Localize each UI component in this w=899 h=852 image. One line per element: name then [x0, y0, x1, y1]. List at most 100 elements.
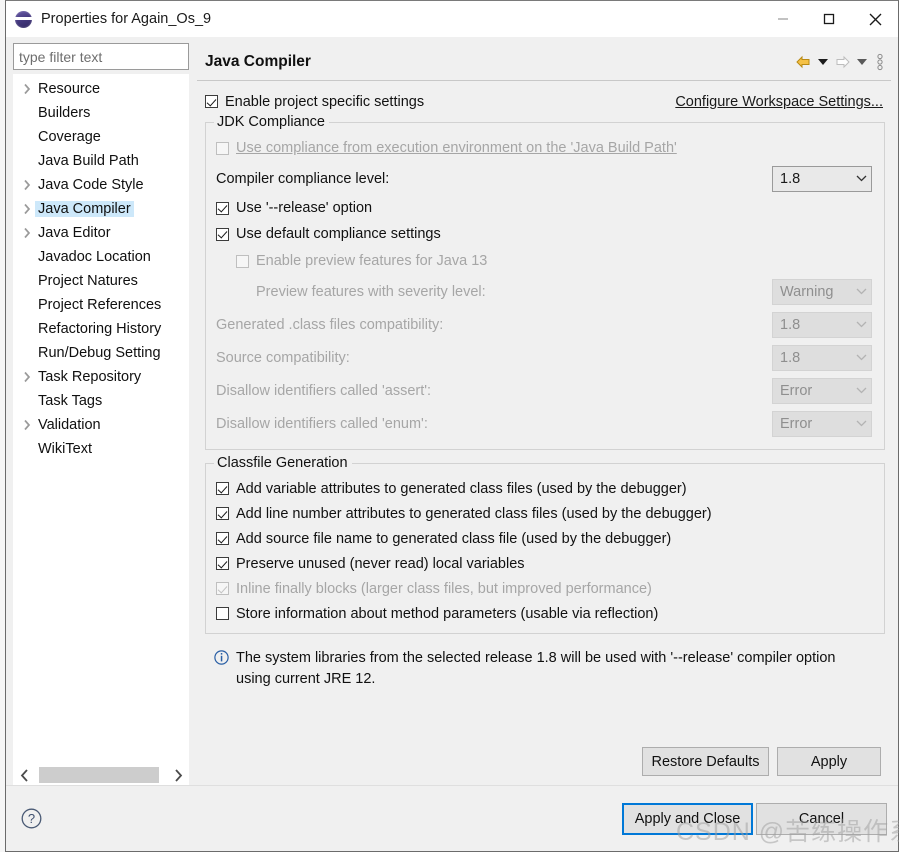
sidebar-item-label: WikiText — [35, 441, 95, 457]
vertical-dots-icon[interactable] — [870, 50, 889, 74]
checkbox-add-variable-attributes-to-generated-class-f[interactable] — [216, 482, 229, 495]
sidebar-item-label: Builders — [35, 105, 93, 121]
close-button[interactable] — [852, 1, 898, 37]
sidebar-item-project-references[interactable]: Project References — [14, 293, 188, 317]
settings-navigation-panel: ResourceBuildersCoverageJava Build PathJ… — [13, 43, 189, 785]
enable-project-specific-checkbox[interactable] — [205, 95, 218, 108]
settings-tree: ResourceBuildersCoverageJava Build PathJ… — [13, 74, 189, 765]
use-default-compliance-checkbox[interactable] — [216, 228, 229, 241]
label-generated-class-files-compatibility: Generated .class files compatibility: — [216, 317, 443, 333]
sidebar-item-javadoc-location[interactable]: Javadoc Location — [14, 245, 188, 269]
enable-project-specific-checkbox-row[interactable]: Enable project specific settings — [205, 90, 424, 113]
checkbox-row-add-variable-attributes-to-generated-class-f[interactable]: Add variable attributes to generated cla… — [216, 476, 874, 501]
use-default-compliance-row[interactable]: Use default compliance settings — [216, 221, 874, 247]
classfile-generation-group-title: Classfile Generation — [214, 455, 352, 471]
java-build-path-link[interactable]: 'Java Build Path' — [570, 140, 676, 156]
chevron-down-icon — [856, 321, 867, 328]
compiler-compliance-level-select[interactable]: 1.8 — [772, 166, 872, 192]
chevron-right-icon[interactable] — [18, 179, 35, 191]
chevron-left-icon[interactable] — [13, 766, 35, 784]
chevron-right-icon[interactable] — [167, 766, 189, 784]
select-generated-class-files-compatibility: 1.8 — [772, 312, 872, 338]
chevron-down-icon — [856, 387, 867, 394]
checkbox-row-preserve-unused-never-read-local-variables[interactable]: Preserve unused (never read) local varia… — [216, 551, 874, 576]
cancel-button[interactable]: Cancel — [756, 803, 887, 835]
back-arrow-icon[interactable] — [792, 50, 814, 74]
checkbox-add-line-number-attributes-to-generated-clas[interactable] — [216, 507, 229, 520]
info-message-text: The system libraries from the selected r… — [236, 648, 865, 690]
sidebar-item-label: Resource — [35, 81, 103, 97]
sidebar-item-java-compiler[interactable]: Java Compiler — [14, 197, 188, 221]
enable-preview-features-row[interactable]: Enable preview features for Java 13 — [216, 247, 874, 275]
enable-preview-features-checkbox[interactable] — [236, 255, 249, 268]
checkbox-preserve-unused-never-read-local-variables[interactable] — [216, 557, 229, 570]
checkbox-add-source-file-name-to-generated-class-file[interactable] — [216, 532, 229, 545]
jdk-compliance-group-title: JDK Compliance — [214, 114, 329, 130]
use-release-option-checkbox[interactable] — [216, 202, 229, 215]
title-bar-left: Properties for Again_Os_9 — [6, 11, 211, 28]
sidebar-item-label: Task Repository — [35, 369, 144, 385]
apply-and-close-button[interactable]: Apply and Close — [622, 803, 753, 835]
chevron-right-icon[interactable] — [18, 419, 35, 431]
scrollbar-thumb[interactable] — [39, 767, 159, 783]
chevron-down-icon — [856, 175, 867, 182]
content-scroll-area: Enable project specific settings Configu… — [197, 81, 891, 785]
sidebar-item-run-debug-setting[interactable]: Run/Debug Setting — [14, 341, 188, 365]
maximize-button[interactable] — [806, 1, 852, 37]
sidebar-item-label: Java Compiler — [35, 201, 134, 217]
forward-arrow-icon[interactable] — [831, 50, 853, 74]
scrollbar-track[interactable] — [35, 767, 167, 783]
use-execution-environment-row[interactable]: Use compliance from execution environmen… — [216, 134, 874, 162]
restore-defaults-button[interactable]: Restore Defaults — [642, 747, 769, 776]
checkbox-store-information-about-method-parameters-us[interactable] — [216, 607, 229, 620]
chevron-right-icon[interactable] — [18, 83, 35, 95]
screen-root: Properties for Again_Os_9 Resour — [0, 0, 899, 852]
use-default-compliance-label: Use default compliance settings — [236, 226, 441, 242]
use-execution-environment-checkbox[interactable] — [216, 142, 229, 155]
sidebar-item-wikitext[interactable]: WikiText — [14, 437, 188, 461]
checkbox-row-store-information-about-method-parameters-us[interactable]: Store information about method parameter… — [216, 601, 874, 626]
apply-button[interactable]: Apply — [777, 747, 881, 776]
chevron-right-icon[interactable] — [18, 227, 35, 239]
sidebar-item-validation[interactable]: Validation — [14, 413, 188, 437]
jdk-compliance-group: JDK Compliance Use compliance from execu… — [205, 122, 885, 450]
select-source-compatibility: 1.8 — [772, 345, 872, 371]
enable-project-specific-label: Enable project specific settings — [225, 94, 424, 110]
checkbox-row-inline-finally-blocks-larger-class-files-but: Inline finally blocks (larger class file… — [216, 576, 874, 601]
sidebar-item-project-natures[interactable]: Project Natures — [14, 269, 188, 293]
sidebar-item-task-tags[interactable]: Task Tags — [14, 389, 188, 413]
sidebar-item-label: Project References — [35, 297, 164, 313]
checkbox-row-add-source-file-name-to-generated-class-file[interactable]: Add source file name to generated class … — [216, 526, 874, 551]
label-preview-features-with-severity-level: Preview features with severity level: — [216, 284, 486, 300]
sidebar-item-builders[interactable]: Builders — [14, 101, 188, 125]
classfile-generation-group: Classfile Generation Add variable attrib… — [205, 463, 885, 634]
select-disallow-identifiers-called-enum: Error — [772, 411, 872, 437]
content-action-buttons: Restore Defaults Apply — [205, 747, 885, 784]
content-panel: Java Compiler — [197, 43, 891, 785]
help-icon[interactable]: ? — [20, 808, 42, 830]
properties-dialog: Properties for Again_Os_9 Resour — [5, 0, 899, 852]
sidebar-item-resource[interactable]: Resource — [14, 77, 188, 101]
back-history-caret-down-icon[interactable] — [814, 50, 831, 74]
sidebar-item-task-repository[interactable]: Task Repository — [14, 365, 188, 389]
chevron-right-icon[interactable] — [18, 371, 35, 383]
checkbox-label: Inline finally blocks (larger class file… — [236, 581, 652, 597]
sidebar-item-java-code-style[interactable]: Java Code Style — [14, 173, 188, 197]
sidebar-item-java-editor[interactable]: Java Editor — [14, 221, 188, 245]
filter-input[interactable] — [13, 43, 189, 70]
chevron-right-icon[interactable] — [18, 203, 35, 215]
field-row-source-compatibility: Source compatibility:1.8 — [216, 341, 874, 374]
sidebar-item-java-build-path[interactable]: Java Build Path — [14, 149, 188, 173]
sidebar-item-coverage[interactable]: Coverage — [14, 125, 188, 149]
chevron-down-icon — [856, 354, 867, 361]
minimize-button[interactable] — [760, 1, 806, 37]
checkbox-row-add-line-number-attributes-to-generated-clas[interactable]: Add line number attributes to generated … — [216, 501, 874, 526]
content-header: Java Compiler — [197, 43, 891, 81]
tree-horizontal-scrollbar[interactable] — [13, 765, 189, 785]
sidebar-item-refactoring-history[interactable]: Refactoring History — [14, 317, 188, 341]
forward-history-caret-down-icon[interactable] — [853, 50, 870, 74]
use-release-option-row[interactable]: Use '--release' option — [216, 195, 874, 221]
select-disallow-identifiers-called-assert: Error — [772, 378, 872, 404]
configure-workspace-settings-link[interactable]: Configure Workspace Settings... — [675, 94, 883, 110]
sidebar-item-label: Coverage — [35, 129, 104, 145]
